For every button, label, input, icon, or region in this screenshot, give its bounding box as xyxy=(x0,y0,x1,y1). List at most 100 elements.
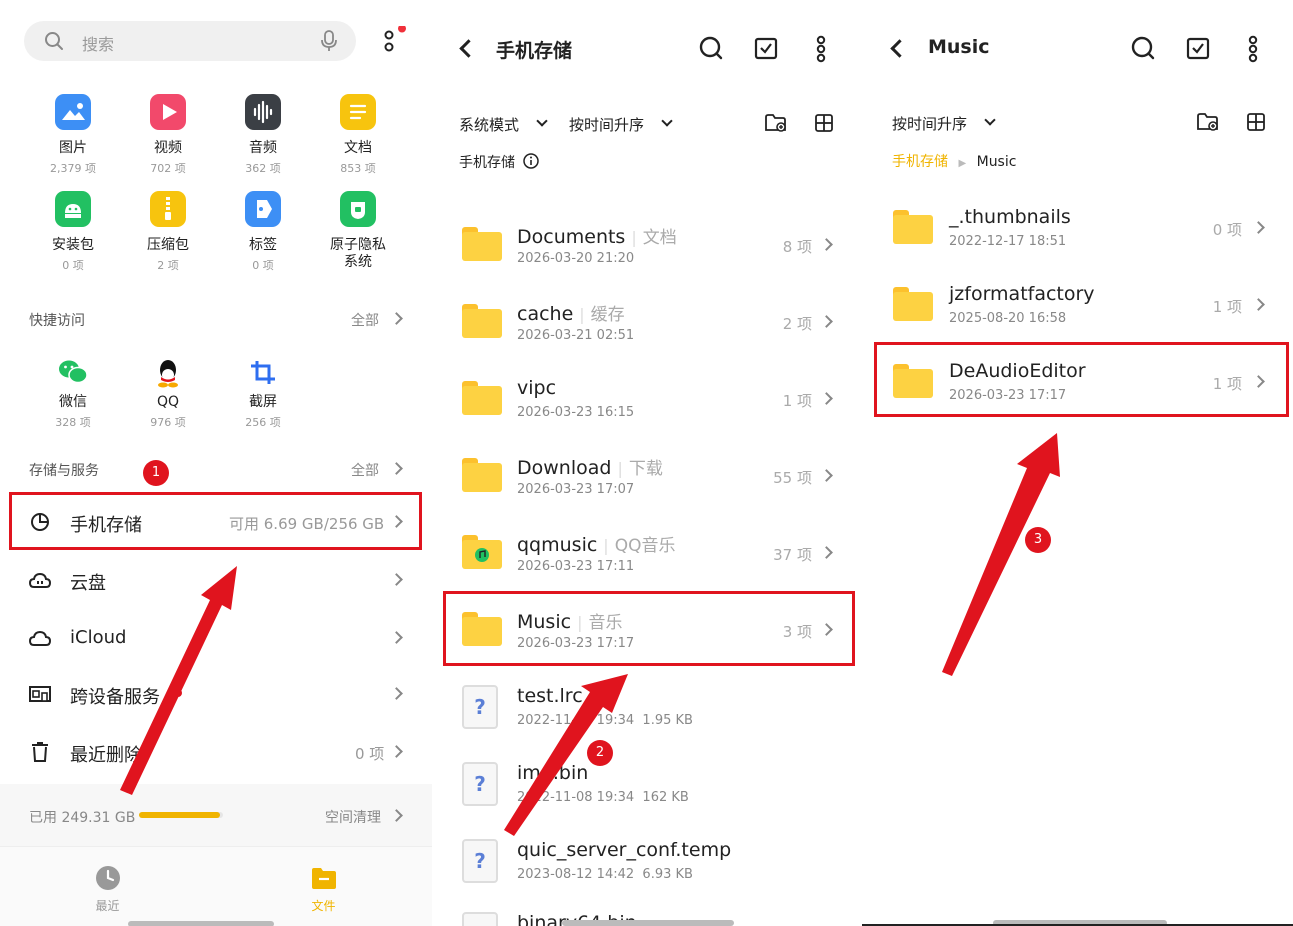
tag-icon xyxy=(245,191,281,227)
item-count: 1 项 xyxy=(1212,298,1242,316)
list-item[interactable]: Download | 下载 2026-03-23 17:07 55 项 xyxy=(432,451,862,521)
storage-row-label: iCloud xyxy=(70,627,127,648)
privacy-icon xyxy=(340,191,376,227)
chevron-right-icon xyxy=(820,546,833,559)
quick-access-all-link[interactable]: 全部 xyxy=(351,310,379,330)
step-badge-1: 1 xyxy=(143,460,169,486)
new-folder-icon[interactable] xyxy=(765,114,787,132)
list-item[interactable]: ? test.lrc 2022-11-08 19:34 1.95 KB xyxy=(432,682,862,752)
usage-progress-track xyxy=(139,812,223,818)
new-folder-icon[interactable] xyxy=(1197,113,1219,131)
music-folder-icon xyxy=(462,535,502,569)
quick-item-wechat[interactable]: 微信 328 项 xyxy=(28,358,118,430)
folder-icon xyxy=(893,210,933,244)
cleanup-link[interactable]: 空间清理 xyxy=(325,807,381,827)
chevron-right-icon xyxy=(390,573,403,586)
search-bar[interactable]: 搜索 xyxy=(24,21,356,61)
sort-dropdown[interactable]: 按时间升序 xyxy=(569,114,644,135)
multi-select-icon[interactable] xyxy=(1186,36,1210,60)
chevron-right-icon xyxy=(1252,298,1265,311)
quick-item-screenshot[interactable]: 截屏 256 项 xyxy=(218,358,308,430)
breadcrumb-item-root[interactable]: 手机存储 xyxy=(892,154,948,170)
unknown-file-icon: ? xyxy=(462,685,498,729)
file-name: _.thumbnails xyxy=(949,206,1071,228)
phone-storage-panel: 手机存储 系统模式 按时间升序 手机存储 Documents | 文档 2026-0… xyxy=(432,0,862,926)
file-name: Documents | 文档 xyxy=(517,226,677,248)
category-images[interactable]: 图片 2,379 项 xyxy=(28,94,118,176)
category-documents[interactable]: 文档 853 项 xyxy=(313,94,403,176)
search-icon xyxy=(45,32,63,50)
recently-deleted-count: 0 项 xyxy=(355,745,385,763)
storage-row-label: 最近删除 xyxy=(70,745,142,766)
search-icon[interactable] xyxy=(699,36,723,60)
notification-dot xyxy=(174,689,182,697)
chevron-right-icon xyxy=(820,315,833,328)
storage-row-icloud[interactable]: iCloud xyxy=(0,612,432,664)
image-icon xyxy=(55,94,91,130)
chevron-down-icon xyxy=(661,115,673,127)
list-item[interactable]: jzformatfactory 2025-08-20 16:58 1 项 xyxy=(862,280,1293,350)
grid-view-icon[interactable] xyxy=(815,114,833,132)
file-meta: 2022-11-08 19:34 162 KB xyxy=(517,790,689,805)
cloud-disk-icon xyxy=(29,572,51,588)
back-arrow-icon[interactable] xyxy=(890,39,909,58)
chevron-right-icon xyxy=(390,462,403,475)
sort-dropdown[interactable]: 按时间升序 xyxy=(892,113,967,134)
storage-row-cross-device[interactable]: 跨设备服务 xyxy=(0,668,432,720)
storage-row-cloud-disk[interactable]: 云盘 xyxy=(0,554,432,606)
quick-item-count: 976 项 xyxy=(150,416,186,429)
wechat-icon xyxy=(58,358,88,386)
search-icon[interactable] xyxy=(1131,36,1155,60)
storage-services-all-link[interactable]: 全部 xyxy=(351,460,379,480)
folder-icon xyxy=(462,458,502,492)
grid-view-icon[interactable] xyxy=(1247,113,1265,131)
back-arrow-icon[interactable] xyxy=(459,39,478,58)
list-item[interactable]: cache | 缓存 2026-03-21 02:51 2 项 xyxy=(432,297,862,367)
red-arrow-icon xyxy=(942,433,1060,676)
tab-files[interactable]: 文件 xyxy=(296,865,351,914)
storage-row-recently-deleted[interactable]: 最近删除 0 项 xyxy=(0,726,432,778)
list-item[interactable]: vipc 2026-03-23 16:15 1 项 xyxy=(432,374,862,444)
list-item[interactable]: _.thumbnails 2022-12-17 18:51 0 项 xyxy=(862,203,1293,273)
category-archives[interactable]: 压缩包 2 项 xyxy=(123,191,213,273)
quick-item-name: 截屏 xyxy=(249,394,277,410)
microphone-icon[interactable] xyxy=(321,30,337,52)
category-count: 0 项 xyxy=(62,259,84,272)
item-count: 8 项 xyxy=(782,238,812,256)
file-name: cache | 缓存 xyxy=(517,303,625,325)
used-space-text: 已用 249.31 GB xyxy=(29,810,136,826)
category-apk[interactable]: 安装包 0 项 xyxy=(28,191,118,273)
category-count: 702 项 xyxy=(150,162,186,175)
list-item[interactable]: ? quic_server_conf.temp 2023-08-12 14:42… xyxy=(432,836,862,906)
info-icon[interactable] xyxy=(523,153,539,169)
multi-select-icon[interactable] xyxy=(754,36,778,60)
mode-dropdown[interactable]: 系统模式 xyxy=(459,114,519,135)
usage-progress-fill xyxy=(139,812,221,818)
category-name: 图片 xyxy=(59,140,87,156)
file-date: 2026-03-23 17:11 xyxy=(517,559,635,574)
more-options-icon[interactable] xyxy=(1246,35,1260,63)
chevron-right-icon xyxy=(1252,221,1265,234)
storage-row-label: 跨设备服务 xyxy=(70,687,160,708)
list-item[interactable]: qqmusic | QQ音乐 2026-03-23 17:11 37 项 xyxy=(432,528,862,598)
category-privacy[interactable]: 原子隐私系统 xyxy=(313,191,403,271)
chevron-right-icon xyxy=(820,238,833,251)
unknown-file-icon xyxy=(462,912,498,926)
item-count: 2 项 xyxy=(782,315,812,333)
category-videos[interactable]: 视频 702 项 xyxy=(123,94,213,176)
chevron-right-icon xyxy=(390,687,403,700)
list-item[interactable]: ? img.bin 2022-11-08 19:34 162 KB xyxy=(432,759,862,829)
usage-bar-area[interactable]: 已用 249.31 GB 空间清理 xyxy=(0,784,432,846)
folder-icon xyxy=(893,287,933,321)
file-meta: 2023-08-12 14:42 6.93 KB xyxy=(517,867,693,882)
more-options-icon[interactable] xyxy=(814,35,828,63)
document-icon xyxy=(340,94,376,130)
tab-recent[interactable]: 最近 xyxy=(80,865,135,914)
more-options-icon[interactable] xyxy=(380,26,408,56)
category-audio[interactable]: 音频 362 项 xyxy=(218,94,308,176)
chevron-right-icon xyxy=(820,392,833,405)
list-item[interactable]: Documents | 文档 2026-03-20 21:20 8 项 xyxy=(432,220,862,290)
quick-item-qq[interactable]: QQ 976 项 xyxy=(123,358,213,430)
screenshot-icon xyxy=(250,358,276,386)
category-tags[interactable]: 标签 0 项 xyxy=(218,191,308,273)
